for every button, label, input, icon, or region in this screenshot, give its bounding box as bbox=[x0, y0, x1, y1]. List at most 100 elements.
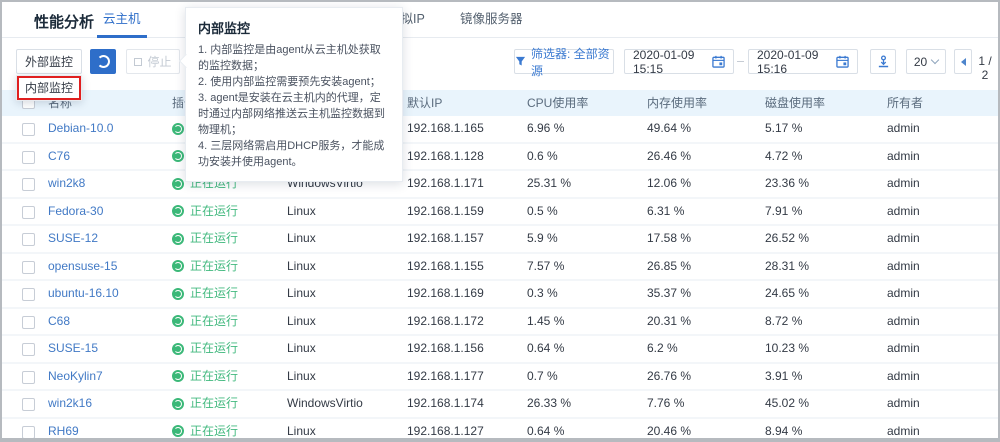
memory-usage-cell: 26.46 % bbox=[647, 144, 691, 170]
running-status-icon bbox=[172, 343, 184, 355]
platform-cell: Linux bbox=[287, 336, 316, 362]
disk-usage-cell: 7.91 % bbox=[765, 199, 802, 225]
date-end-input[interactable]: 2020-01-09 15:16 bbox=[748, 49, 858, 74]
column-header-memory-usage[interactable]: 内存使用率 bbox=[647, 90, 707, 116]
vm-name-link[interactable]: opensuse-15 bbox=[48, 254, 117, 280]
menu-item-internal-monitor[interactable]: 内部监控 bbox=[17, 76, 81, 100]
cpu-usage-cell: 0.64 % bbox=[527, 336, 564, 362]
vm-name-link[interactable]: win2k16 bbox=[48, 391, 92, 417]
row-checkbox[interactable] bbox=[22, 123, 35, 136]
monitor-type-select[interactable]: 外部监控 bbox=[16, 49, 82, 74]
row-checkbox[interactable] bbox=[22, 261, 35, 274]
memory-usage-cell: 26.76 % bbox=[647, 364, 691, 390]
table-row[interactable]: win2k16 正在运行 WindowsVirtio 192.168.1.174… bbox=[2, 391, 998, 419]
refresh-button[interactable] bbox=[90, 49, 116, 74]
filter-button[interactable]: 筛选器: 全部资源 bbox=[514, 49, 614, 74]
row-checkbox[interactable] bbox=[22, 151, 35, 164]
status-label: 正在运行 bbox=[190, 226, 238, 252]
memory-usage-cell: 20.46 % bbox=[647, 419, 691, 442]
cpu-usage-cell: 0.7 % bbox=[527, 364, 558, 390]
agent-status-cell: 正在运行 bbox=[172, 254, 238, 280]
running-status-icon bbox=[172, 205, 184, 217]
vm-name-link[interactable]: SUSE-12 bbox=[48, 226, 98, 252]
export-icon bbox=[877, 55, 890, 68]
memory-usage-cell: 12.06 % bbox=[647, 171, 691, 197]
performance-analysis-page: 性能分析 云主机 虚拟IP 镜像服务器 外部监控 内部监控 停止 ? 内部监控 … bbox=[0, 0, 1000, 442]
running-status-icon bbox=[172, 288, 184, 300]
owner-cell: admin bbox=[887, 309, 920, 335]
table-row[interactable]: opensuse-15 正在运行 Linux 192.168.1.155 7.5… bbox=[2, 254, 998, 282]
row-checkbox[interactable] bbox=[22, 233, 35, 246]
default-ip-cell: 192.168.1.174 bbox=[407, 391, 484, 417]
vm-name-link[interactable]: C68 bbox=[48, 309, 70, 335]
export-button[interactable] bbox=[870, 49, 896, 74]
disk-usage-cell: 45.02 % bbox=[765, 391, 809, 417]
table-row[interactable]: ubuntu-16.10 正在运行 Linux 192.168.1.169 0.… bbox=[2, 281, 998, 309]
row-checkbox[interactable] bbox=[22, 398, 35, 411]
vm-name-link[interactable]: RH69 bbox=[48, 419, 79, 442]
monitor-type-dropdown-menu: 内部监控 bbox=[16, 75, 82, 101]
row-checkbox[interactable] bbox=[22, 206, 35, 219]
cpu-usage-cell: 1.45 % bbox=[527, 309, 564, 335]
owner-cell: admin bbox=[887, 171, 920, 197]
date-start-input[interactable]: 2020-01-09 15:15 bbox=[624, 49, 734, 74]
stop-icon bbox=[134, 58, 142, 66]
refresh-icon bbox=[97, 55, 110, 68]
column-header-owner[interactable]: 所有者 bbox=[887, 90, 923, 116]
agent-status-cell: 正在运行 bbox=[172, 419, 238, 442]
page-size-select[interactable]: 20 bbox=[906, 49, 946, 74]
platform-cell: Linux bbox=[287, 364, 316, 390]
row-checkbox[interactable] bbox=[22, 178, 35, 191]
memory-usage-cell: 6.2 % bbox=[647, 336, 678, 362]
platform-cell: Linux bbox=[287, 254, 316, 280]
tab-image-server[interactable]: 镜像服务器 bbox=[460, 2, 523, 38]
table-row[interactable]: RH69 正在运行 Linux 192.168.1.127 0.64 % 20.… bbox=[2, 419, 998, 442]
chevron-down-icon bbox=[931, 56, 939, 64]
stop-button[interactable]: 停止 bbox=[126, 49, 180, 74]
table-row[interactable]: C76 正在运行 Linux 192.168.1.128 0.6 % 26.46… bbox=[2, 144, 998, 172]
previous-page-button[interactable] bbox=[954, 49, 972, 74]
default-ip-cell: 192.168.1.177 bbox=[407, 364, 484, 390]
running-status-icon bbox=[172, 315, 184, 327]
column-header-disk-usage[interactable]: 磁盘使用率 bbox=[765, 90, 825, 116]
row-checkbox[interactable] bbox=[22, 426, 35, 439]
table-row[interactable]: SUSE-15 正在运行 Linux 192.168.1.156 0.64 % … bbox=[2, 336, 998, 364]
vm-name-link[interactable]: C76 bbox=[48, 144, 70, 170]
vm-name-link[interactable]: NeoKylin7 bbox=[48, 364, 103, 390]
vm-name-link[interactable]: Fedora-30 bbox=[48, 199, 103, 225]
table-row[interactable]: Debian-10.0 正在运行 Linux 192.168.1.165 6.9… bbox=[2, 116, 998, 144]
tooltip-title: 内部监控 bbox=[198, 18, 390, 37]
column-header-cpu-usage[interactable]: CPU使用率 bbox=[527, 90, 588, 116]
table-row[interactable]: NeoKylin7 正在运行 Linux 192.168.1.177 0.7 %… bbox=[2, 364, 998, 392]
memory-usage-cell: 26.85 % bbox=[647, 254, 691, 280]
tab-cloud-vm[interactable]: 云主机 bbox=[103, 2, 141, 38]
default-ip-cell: 192.168.1.171 bbox=[407, 171, 484, 197]
platform-cell: Linux bbox=[287, 199, 316, 225]
vm-name-link[interactable]: ubuntu-16.10 bbox=[48, 281, 119, 307]
platform-cell: Linux bbox=[287, 419, 316, 442]
row-checkbox[interactable] bbox=[22, 316, 35, 329]
row-checkbox[interactable] bbox=[22, 371, 35, 384]
column-header-default-ip[interactable]: 默认IP bbox=[407, 90, 442, 116]
tooltip-line: 1. 内部监控是由agent从云主机处获取的监控数据； bbox=[198, 43, 390, 75]
owner-cell: admin bbox=[887, 144, 920, 170]
vm-name-link[interactable]: win2k8 bbox=[48, 171, 85, 197]
vm-name-link[interactable]: SUSE-15 bbox=[48, 336, 98, 362]
owner-cell: admin bbox=[887, 364, 920, 390]
row-checkbox[interactable] bbox=[22, 288, 35, 301]
disk-usage-cell: 3.91 % bbox=[765, 364, 802, 390]
table-row[interactable]: C68 正在运行 Linux 192.168.1.172 1.45 % 20.3… bbox=[2, 309, 998, 337]
disk-usage-cell: 8.72 % bbox=[765, 309, 802, 335]
disk-usage-cell: 28.31 % bbox=[765, 254, 809, 280]
filter-button-label: 筛选器: 全部资源 bbox=[531, 45, 613, 79]
vm-name-link[interactable]: Debian-10.0 bbox=[48, 116, 113, 142]
table-row[interactable]: SUSE-12 正在运行 Linux 192.168.1.157 5.9 % 1… bbox=[2, 226, 998, 254]
row-checkbox[interactable] bbox=[22, 343, 35, 356]
table-row[interactable]: Fedora-30 正在运行 Linux 192.168.1.159 0.5 %… bbox=[2, 199, 998, 227]
running-status-icon bbox=[172, 398, 184, 410]
status-label: 正在运行 bbox=[190, 199, 238, 225]
calendar-icon bbox=[836, 55, 849, 68]
agent-status-cell: 正在运行 bbox=[172, 199, 238, 225]
cpu-usage-cell: 7.57 % bbox=[527, 254, 564, 280]
table-row[interactable]: win2k8 正在运行 WindowsVirtio 192.168.1.171 … bbox=[2, 171, 998, 199]
